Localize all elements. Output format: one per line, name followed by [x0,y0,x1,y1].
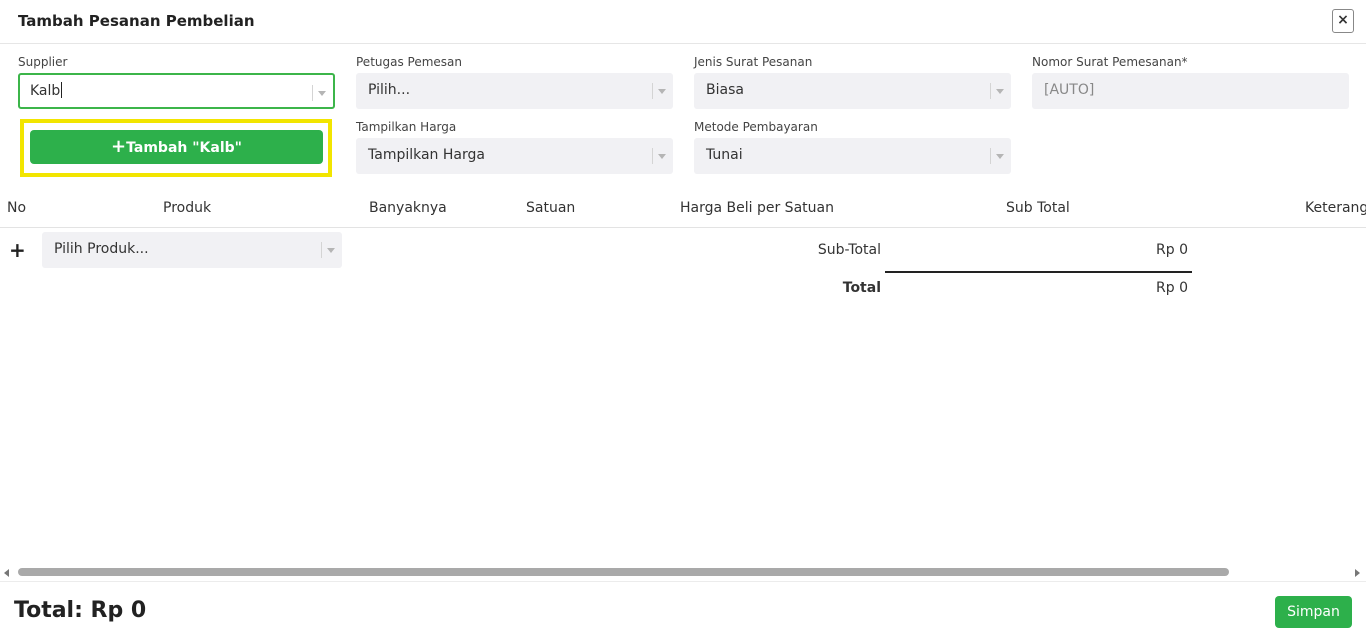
petugas-value: Pilih... [368,82,411,98]
metode-value: Tunai [706,147,743,163]
chevron-down-icon[interactable] [658,89,666,94]
jenis-value: Biasa [706,82,744,98]
nomor-value: [AUTO] [1044,82,1095,98]
chevron-down-icon[interactable] [327,248,335,253]
scroll-right-icon[interactable] [1355,569,1360,577]
product-select[interactable]: Pilih Produk... [42,232,342,268]
scroll-left-icon[interactable] [4,569,9,577]
column-header-subtotal: Sub Total [1006,200,1070,216]
modal-header: Tambah Pesanan Pembelian × [0,0,1366,44]
column-header-banyaknya: Banyaknya [369,200,447,216]
petugas-select[interactable]: Pilih... [356,73,673,109]
table-header: No Produk Banyaknya Satuan Harga Beli pe… [0,190,1366,228]
select-separator [321,242,322,258]
scroll-thumb[interactable] [18,568,1229,576]
chevron-down-icon[interactable] [996,154,1004,159]
select-separator [652,83,653,99]
column-header-no: No [7,200,27,216]
select-separator [312,85,313,101]
chevron-down-icon[interactable] [996,89,1004,94]
supplier-input-value[interactable]: Kalb [30,82,63,99]
save-button[interactable]: Simpan [1275,596,1352,628]
product-placeholder: Pilih Produk... [54,241,149,257]
add-supplier-label: Tambah "Kalb" [126,140,242,156]
tampilkan-value: Tampilkan Harga [368,147,485,163]
nomor-field[interactable]: [AUTO] [1032,73,1349,109]
tampilkan-label: Tampilkan Harga [356,120,457,134]
chevron-down-icon[interactable] [658,154,666,159]
tampilkan-select[interactable]: Tampilkan Harga [356,138,673,174]
column-header-produk: Produk [163,200,212,216]
column-header-satuan: Satuan [526,200,576,216]
chevron-down-icon[interactable] [318,91,326,96]
supplier-select[interactable]: Kalb [18,73,335,109]
horizontal-scrollbar[interactable] [0,565,1366,580]
jenis-select[interactable]: Biasa [694,73,1011,109]
subtotal-label: Sub-Total [817,242,881,258]
jenis-label: Jenis Surat Pesanan [694,55,813,69]
column-header-harga: Harga Beli per Satuan [680,200,834,216]
petugas-label: Petugas Pemesan [356,55,463,69]
metode-label: Metode Pembayaran [694,120,818,134]
column-header-keterangan: Keterang [1305,200,1366,216]
total-value: Rp 0 [1156,280,1188,296]
plus-icon: + [111,136,127,157]
close-icon: × [1337,12,1349,28]
grand-total: Total: Rp 0 [14,598,147,623]
metode-select[interactable]: Tunai [694,138,1011,174]
summary-divider [885,271,1192,273]
modal-title: Tambah Pesanan Pembelian [18,12,255,30]
supplier-dropdown: +Tambah "Kalb" [20,119,332,177]
add-row-icon[interactable]: + [9,238,26,262]
footer-divider [0,581,1366,582]
supplier-label: Supplier [18,55,68,69]
subtotal-value: Rp 0 [1156,242,1188,258]
add-supplier-button[interactable]: +Tambah "Kalb" [30,130,323,164]
select-separator [990,83,991,99]
select-separator [652,148,653,164]
close-button[interactable]: × [1332,9,1354,33]
total-label: Total [842,280,881,296]
select-separator [990,148,991,164]
nomor-label: Nomor Surat Pemesanan* [1032,55,1188,69]
